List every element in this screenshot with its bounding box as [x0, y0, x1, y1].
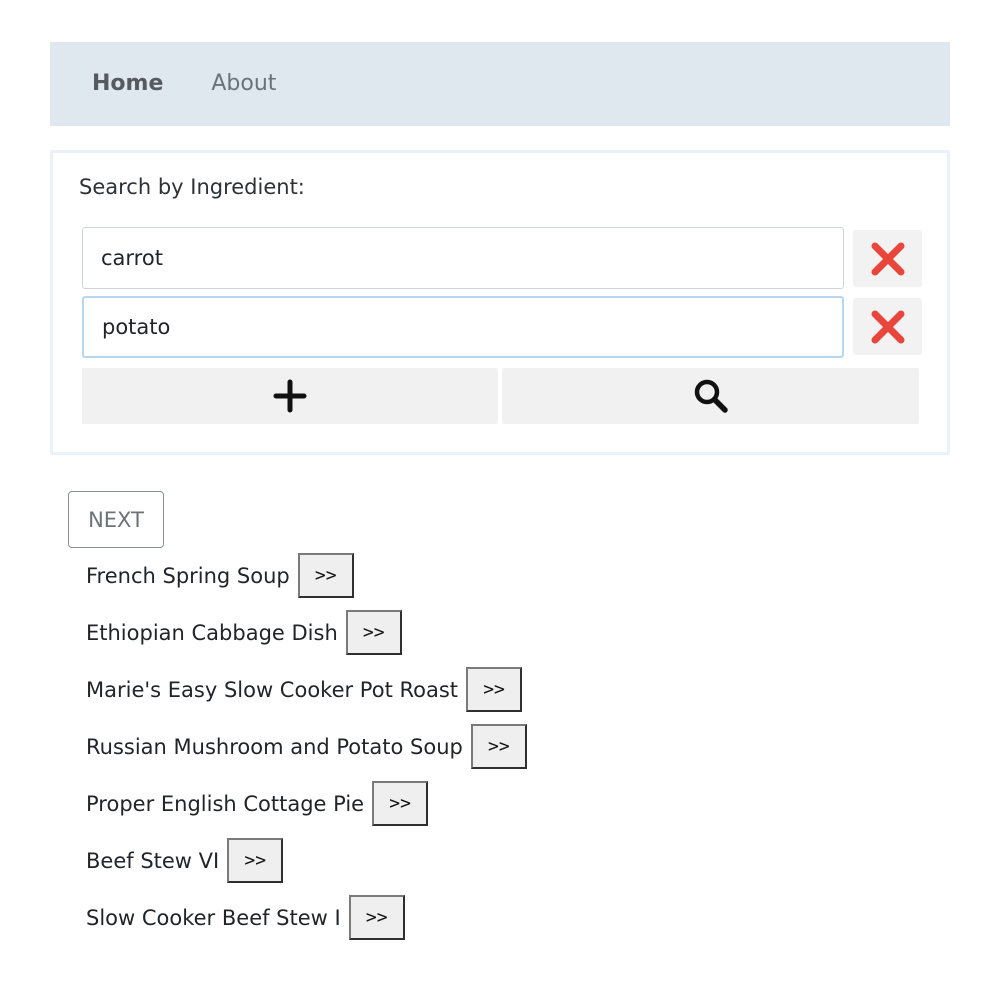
open-recipe-button[interactable]: >> — [345, 610, 402, 655]
recipe-item: French Spring Soup >> — [86, 547, 527, 604]
close-icon — [871, 242, 904, 275]
ingredient-input-2[interactable] — [82, 296, 844, 358]
ingredient-search-panel: Search by Ingredient: — [50, 150, 950, 455]
recipe-item: Russian Mushroom and Potato Soup >> — [86, 718, 527, 775]
recipe-name: Marie's Easy Slow Cooker Pot Roast — [86, 677, 459, 702]
open-recipe-button[interactable]: >> — [348, 895, 405, 940]
recipe-list: French Spring Soup >> Ethiopian Cabbage … — [86, 547, 527, 946]
open-recipe-button[interactable]: >> — [372, 781, 429, 826]
remove-ingredient-2-button[interactable] — [853, 298, 922, 355]
open-recipe-button[interactable]: >> — [466, 667, 523, 712]
recipe-name: Slow Cooker Beef Stew I — [86, 905, 341, 930]
nav-about-link[interactable]: About — [211, 73, 276, 95]
recipe-name: French Spring Soup — [86, 563, 290, 588]
open-recipe-button[interactable]: >> — [297, 553, 354, 598]
recipe-item: Slow Cooker Beef Stew I >> — [86, 889, 527, 946]
recipe-item: Ethiopian Cabbage Dish >> — [86, 604, 527, 661]
add-ingredient-button[interactable] — [82, 368, 498, 424]
recipe-name: Russian Mushroom and Potato Soup — [86, 734, 463, 759]
open-recipe-button[interactable]: >> — [227, 838, 284, 883]
remove-ingredient-1-button[interactable] — [853, 230, 922, 287]
recipe-item: Beef Stew VI >> — [86, 832, 527, 889]
search-button[interactable] — [502, 368, 919, 424]
plus-icon — [273, 379, 307, 413]
search-icon — [694, 379, 728, 413]
recipe-name: Beef Stew VI — [86, 848, 220, 873]
recipe-item: Proper English Cottage Pie >> — [86, 775, 527, 832]
close-icon — [871, 310, 904, 343]
open-recipe-button[interactable]: >> — [470, 724, 527, 769]
navbar: Home About — [50, 42, 950, 126]
ingredient-input-1[interactable] — [82, 227, 844, 289]
nav-home-link[interactable]: Home — [92, 73, 163, 95]
recipe-item: Marie's Easy Slow Cooker Pot Roast >> — [86, 661, 527, 718]
recipe-name: Proper English Cottage Pie — [86, 791, 365, 816]
next-page-button[interactable]: NEXT — [68, 491, 164, 548]
search-label: Search by Ingredient: — [79, 175, 305, 199]
recipe-name: Ethiopian Cabbage Dish — [86, 620, 338, 645]
